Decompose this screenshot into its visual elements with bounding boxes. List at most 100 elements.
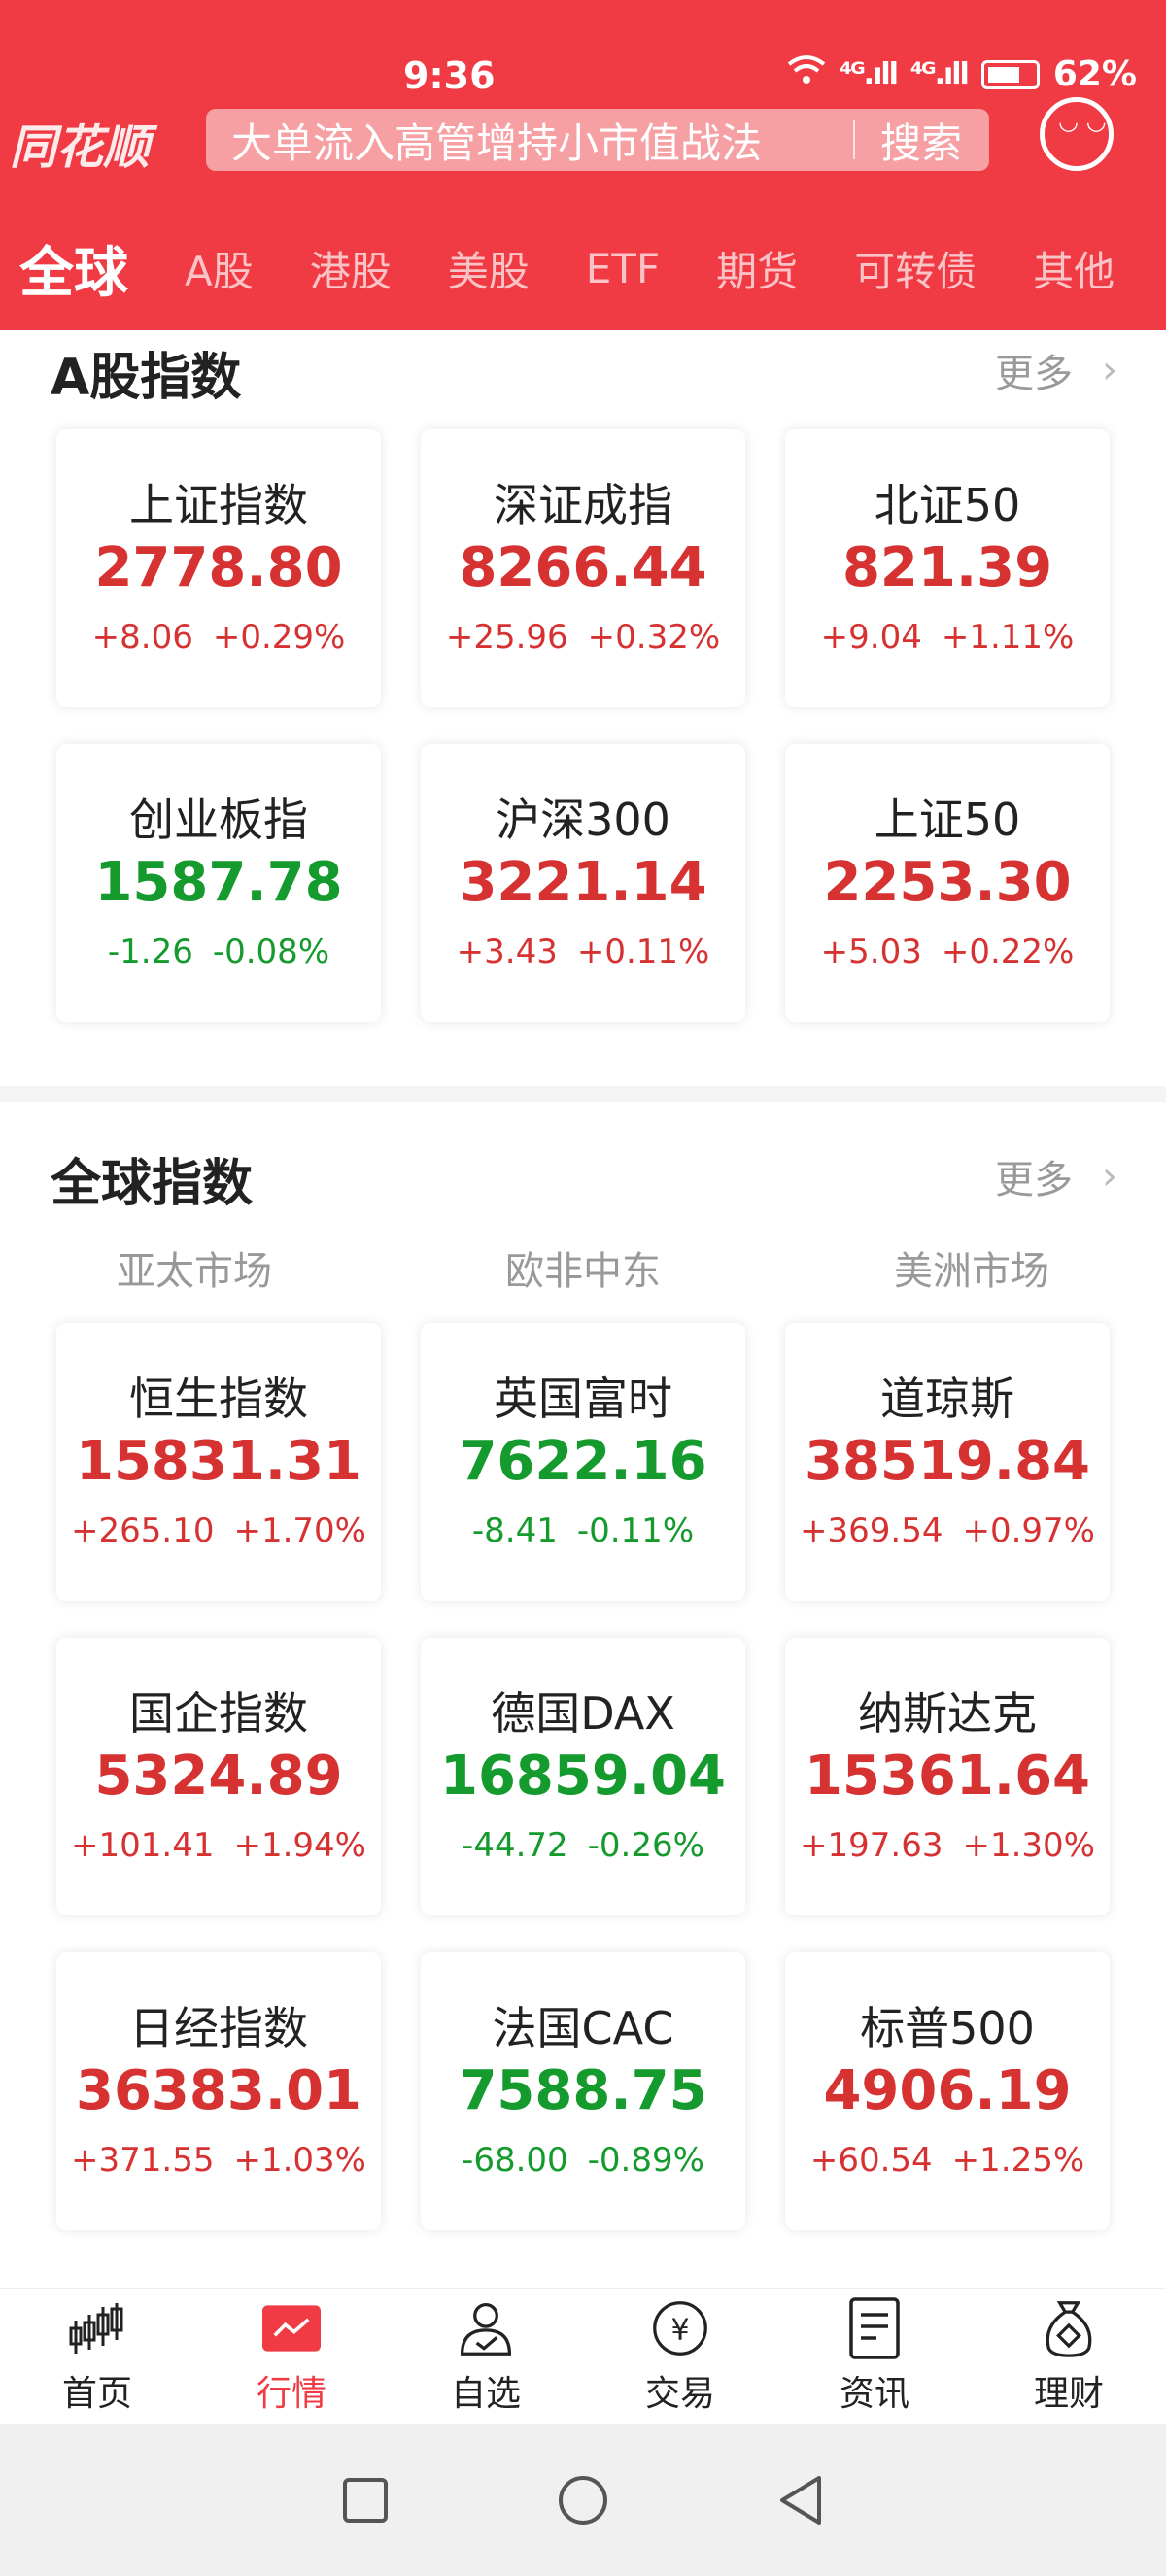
index-change: +371.55 — [71, 2141, 215, 2180]
nav-trade[interactable]: ¥ 交易 — [583, 2289, 777, 2425]
index-card[interactable]: 上证50 2253.30 +5.03 +0.22% — [785, 744, 1110, 1022]
index-change: +197.63 — [800, 1826, 943, 1865]
nav-wealth[interactable]: 理财 — [972, 2289, 1166, 2425]
status-bar: 9:36 ⁴ᴳ.ıll ⁴ᴳ.ıll 62% — [0, 0, 1166, 117]
nav-label: 交易 — [644, 2374, 715, 2414]
index-change: +8.06 — [91, 618, 193, 657]
tab-futures[interactable]: 期货 — [716, 239, 798, 298]
index-card[interactable]: 标普500 4906.19 +60.54 +1.25% — [785, 1952, 1110, 2230]
nav-label: 资讯 — [839, 2374, 909, 2414]
index-change: +25.96 — [445, 618, 568, 657]
home-button[interactable] — [552, 2469, 614, 2531]
index-change: +265.10 — [71, 1511, 215, 1550]
index-card[interactable]: 道琼斯 38519.84 +369.54 +0.97% — [785, 1323, 1110, 1601]
index-value: 7622.16 — [459, 1430, 707, 1493]
search-bar[interactable]: 大单流入高管增持小市值战法 搜索 — [206, 109, 989, 171]
section-title: 全球指数 — [51, 1155, 254, 1213]
index-value: 15831.31 — [75, 1430, 362, 1493]
index-card[interactable]: 英国富时 7622.16 -8.41 -0.11% — [421, 1323, 745, 1601]
index-change-pct: -0.89% — [587, 2141, 704, 2180]
index-change: +60.54 — [809, 2141, 933, 2180]
index-change-row: -8.41 -0.11% — [421, 1511, 745, 1550]
tab-convertible[interactable]: 可转债 — [854, 239, 977, 298]
search-divider — [852, 120, 855, 159]
robot-assistant-icon[interactable] — [1040, 97, 1114, 171]
index-change: +101.41 — [71, 1826, 215, 1865]
index-change-row: +197.63 +1.30% — [785, 1826, 1110, 1865]
index-change-pct: +1.94% — [233, 1826, 366, 1865]
index-change-pct: -0.11% — [576, 1511, 695, 1550]
market-tabs: 全球 A股 港股 美股 ETF 期货 可转债 其他 — [0, 229, 1166, 307]
index-change: +5.03 — [820, 932, 922, 971]
nav-news[interactable]: 资讯 — [777, 2289, 972, 2425]
tab-us[interactable]: 美股 — [448, 239, 530, 298]
tab-other[interactable]: 其他 — [1033, 239, 1115, 298]
tab-global[interactable]: 全球 — [19, 229, 128, 308]
index-change-row: +60.54 +1.25% — [785, 2141, 1110, 2180]
index-card[interactable]: 创业板指 1587.78 -1.26 -0.08% — [56, 744, 381, 1022]
index-change-row: +5.03 +0.22% — [785, 932, 1110, 971]
tab-hk[interactable]: 港股 — [310, 239, 392, 298]
index-card[interactable]: 日经指数 36383.01 +371.55 +1.03% — [56, 1952, 381, 2230]
region-emea[interactable]: 欧非中东 — [389, 1239, 777, 1296]
battery-icon — [980, 59, 1040, 89]
index-change-row: +101.41 +1.94% — [56, 1826, 381, 1865]
recent-apps-button[interactable] — [334, 2469, 396, 2531]
index-value: 2778.80 — [94, 536, 343, 599]
nav-market[interactable]: 行情 — [194, 2289, 389, 2425]
back-button[interactable] — [770, 2469, 832, 2531]
index-change-row: +369.54 +0.97% — [785, 1511, 1110, 1550]
candlestick-icon — [68, 2299, 126, 2357]
index-change: +369.54 — [800, 1511, 943, 1550]
more-label: 更多 — [995, 352, 1073, 396]
index-card[interactable]: 国企指数 5324.89 +101.41 +1.94% — [56, 1638, 381, 1915]
index-change-pct: +1.30% — [962, 1826, 1095, 1865]
index-change-pct: +0.32% — [587, 618, 721, 657]
region-americas[interactable]: 美洲市场 — [777, 1239, 1166, 1296]
chart-icon — [262, 2299, 321, 2357]
index-value: 15361.64 — [804, 1745, 1091, 1808]
header: 9:36 ⁴ᴳ.ıll ⁴ᴳ.ıll 62% 同花顺 大单流入高管增持小市值战法… — [0, 0, 1166, 330]
region-asia-pacific[interactable]: 亚太市场 — [0, 1239, 389, 1296]
more-link[interactable]: 更多 › — [995, 342, 1117, 398]
index-card[interactable]: 德国DAX 16859.04 -44.72 -0.26% — [421, 1638, 745, 1915]
index-change-row: +8.06 +0.29% — [56, 618, 381, 657]
index-change-row: +265.10 +1.70% — [56, 1511, 381, 1550]
index-name: 上证50 — [874, 794, 1021, 846]
index-change-pct: -0.26% — [587, 1826, 704, 1865]
nav-home[interactable]: 首页 — [0, 2289, 194, 2425]
index-name: 沪深300 — [496, 794, 670, 846]
index-card[interactable]: 沪深300 3221.14 +3.43 +0.11% — [421, 744, 745, 1022]
tab-a-share[interactable]: A股 — [185, 239, 254, 298]
index-change-row: -44.72 -0.26% — [421, 1826, 745, 1865]
index-name: 北证50 — [874, 479, 1021, 531]
index-change: +3.43 — [456, 932, 558, 971]
index-value: 4906.19 — [823, 2059, 1072, 2122]
index-name: 道琼斯 — [880, 1373, 1014, 1425]
index-value: 16859.04 — [439, 1745, 727, 1808]
index-card[interactable]: 北证50 821.39 +9.04 +1.11% — [785, 429, 1110, 707]
index-card[interactable]: 上证指数 2778.80 +8.06 +0.29% — [56, 429, 381, 707]
signal-icon-2: ⁴ᴳ.ıll — [909, 57, 970, 91]
search-input[interactable]: 大单流入高管增持小市值战法 — [231, 111, 828, 170]
status-icons: ⁴ᴳ.ıll ⁴ᴳ.ıll 62% — [787, 54, 1137, 94]
index-card[interactable]: 纳斯达克 15361.64 +197.63 +1.30% — [785, 1638, 1110, 1915]
index-card[interactable]: 深证成指 8266.44 +25.96 +0.32% — [421, 429, 745, 707]
tab-etf[interactable]: ETF — [586, 245, 660, 292]
index-card[interactable]: 恒生指数 15831.31 +265.10 +1.70% — [56, 1323, 381, 1601]
search-button[interactable]: 搜索 — [880, 111, 989, 170]
chevron-right-icon: › — [1102, 348, 1117, 392]
index-name: 英国富时 — [494, 1373, 672, 1425]
index-name: 国企指数 — [129, 1687, 308, 1740]
index-change-row: +3.43 +0.11% — [421, 932, 745, 971]
more-link[interactable]: 更多 › — [995, 1148, 1117, 1204]
user-check-icon — [457, 2299, 515, 2357]
index-value: 821.39 — [841, 536, 1053, 599]
document-icon — [845, 2297, 904, 2359]
app-logo: 同花顺 — [10, 120, 151, 175]
money-bag-icon — [1040, 2299, 1098, 2357]
index-card[interactable]: 法国CAC 7588.75 -68.00 -0.89% — [421, 1952, 745, 2230]
nav-watchlist[interactable]: 自选 — [389, 2289, 583, 2425]
index-value: 5324.89 — [94, 1745, 343, 1808]
index-change-pct: -0.08% — [212, 932, 330, 971]
